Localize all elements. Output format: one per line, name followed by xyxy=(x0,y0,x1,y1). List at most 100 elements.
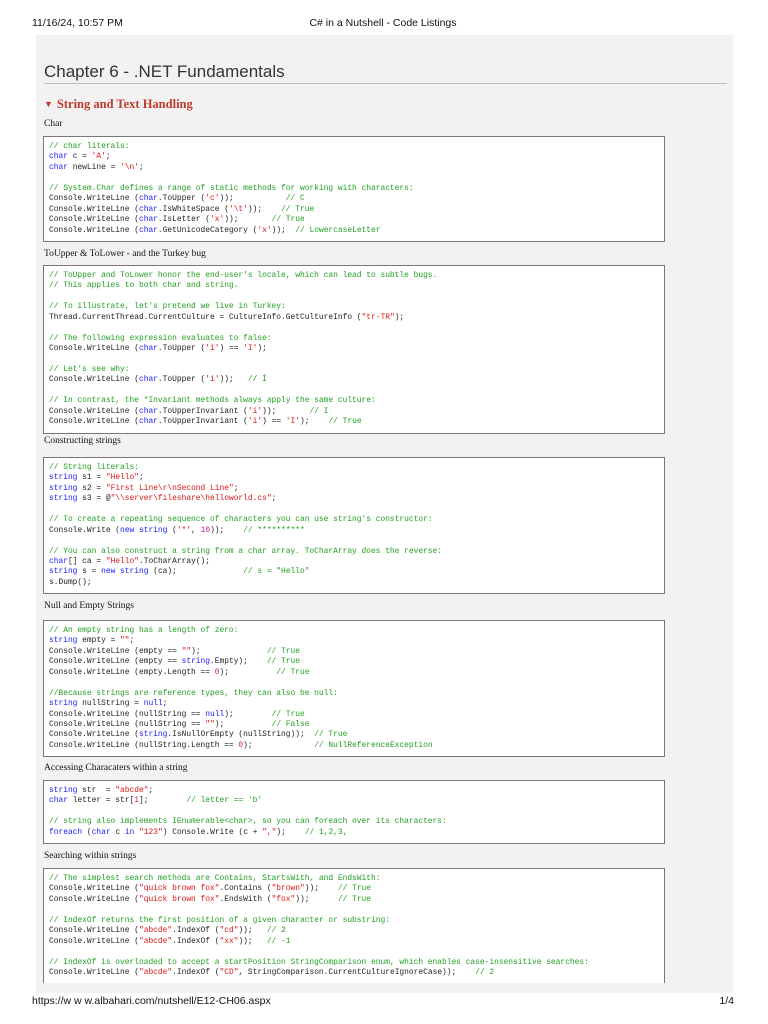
code-comment: // String literals: xyxy=(49,463,139,472)
code-line: string s1 = "Hello"; xyxy=(49,473,664,483)
chapter-title: Chapter 6 - .NET Fundamentals xyxy=(44,62,285,81)
code-comment: // False xyxy=(271,719,310,729)
code-comment: // True xyxy=(271,215,305,225)
code-comment: // System.Char defines a range of static… xyxy=(49,183,414,193)
code-text: .ToUpperInvariant ( xyxy=(157,406,248,416)
code-comment: //Because strings are reference types, t… xyxy=(49,688,338,698)
code-line: // The following expression evaluates to… xyxy=(49,334,664,344)
code-text: .Contains ( xyxy=(219,884,272,894)
code-keyword: char xyxy=(49,162,68,172)
code-keyword: char xyxy=(138,375,158,385)
code-text: .GetUnicodeCategory ( xyxy=(157,225,258,235)
block-label: Null and Empty Strings xyxy=(44,601,134,611)
code-keyword: char xyxy=(138,194,158,204)
code-text: )); xyxy=(271,225,296,235)
code-string: 'c' xyxy=(205,194,220,204)
code-line: // IndexOf is overloaded to accept a sta… xyxy=(49,958,664,968)
code-comment: // -1 xyxy=(266,936,291,946)
code-string: "," xyxy=(262,827,277,837)
code-comment: // True xyxy=(328,417,362,427)
code-line: Console.WriteLine (nullString == null); … xyxy=(49,710,664,720)
code-keyword: string xyxy=(49,636,78,646)
code-line: // String literals: xyxy=(49,463,664,473)
code-text: )); xyxy=(238,926,267,936)
code-line: char letter = str[1]; // letter == 'b' xyxy=(49,796,664,806)
code-keyword: string xyxy=(49,483,78,493)
code-comment: // The following expression evaluates to… xyxy=(49,333,272,343)
code-text: .ToUpperInvariant ( xyxy=(157,417,248,427)
code-line: // ToUpper and ToLower honor the end-use… xyxy=(49,271,664,281)
code-text: Console.WriteLine ( xyxy=(49,194,139,204)
code-text: .IsWhiteSpace ( xyxy=(157,204,229,214)
code-text: Console.WriteLine (nullString == xyxy=(49,719,206,729)
code-keyword: char xyxy=(138,225,158,235)
code-string: 'i' xyxy=(205,375,220,385)
code-text: Console.WriteLine ( xyxy=(49,375,139,385)
code-comment: // Let's see why: xyxy=(49,364,130,374)
code-line: string s = new string (ca); // s = "Hell… xyxy=(49,567,664,577)
code-comment: // To illustrate, let's pretend we live … xyxy=(49,302,286,312)
page-number: 1/4 xyxy=(719,995,734,1007)
code-text: Console.WriteLine (empty.Length == xyxy=(49,667,215,677)
code-text: empty = xyxy=(77,636,121,646)
code-comment: // C xyxy=(285,194,305,204)
code-comment: // True xyxy=(337,884,372,894)
code-comment: // LowercaseLetter xyxy=(295,225,381,235)
code-text: Console.WriteLine ( xyxy=(49,344,139,354)
code-keyword: string xyxy=(49,567,78,577)
code-line: string empty = ""; xyxy=(49,636,664,646)
code-line: string str = "abcde"; xyxy=(49,786,664,796)
code-text: , xyxy=(191,525,201,535)
code-line: // You can also construct a string from … xyxy=(49,547,664,557)
code-line: // To create a repeating sequence of cha… xyxy=(49,515,664,525)
code-text: s2 = xyxy=(77,483,106,493)
code-comment: // I xyxy=(309,406,329,416)
code-keyword: foreach xyxy=(49,827,83,837)
code-text: Console.WriteLine ( xyxy=(49,730,139,740)
code-string: '\n' xyxy=(120,162,139,172)
code-listing: // An empty string has a length of zero:… xyxy=(43,620,665,758)
code-text: s1 = xyxy=(77,473,106,483)
code-string: "" xyxy=(120,636,130,646)
code-line: Console.WriteLine (empty.Length == 0); /… xyxy=(49,668,664,678)
code-string: "CD" xyxy=(219,967,239,977)
code-comment: // An empty string has a length of zero: xyxy=(49,626,239,635)
code-keyword: char xyxy=(49,152,68,162)
code-comment: // True xyxy=(281,204,315,214)
code-text: .IsNullOrEmpty (nullString)); xyxy=(167,730,315,740)
code-string: "123" xyxy=(139,827,163,837)
code-line: Console.WriteLine ("abcde".IndexOf ("xx"… xyxy=(49,937,664,947)
triangle-down-icon[interactable]: ▼ xyxy=(44,99,53,109)
code-text: .ToCharArray(); xyxy=(139,556,211,566)
code-text: ; xyxy=(139,473,144,483)
code-comment: // True xyxy=(271,709,305,719)
code-text: str = xyxy=(77,786,116,795)
code-line: // To illustrate, let's pretend we live … xyxy=(49,302,664,312)
print-footer: https://w w w.albahari.com/nutshell/E12-… xyxy=(32,995,734,1007)
code-string: "tr-TR" xyxy=(361,312,395,322)
code-text: ); xyxy=(191,646,267,656)
code-line: Console.WriteLine ("quick brown fox".Con… xyxy=(49,884,664,894)
code-comment: // İ xyxy=(247,375,267,385)
code-string: "Hello" xyxy=(105,473,139,483)
code-comment: // The simplest search methods are Conta… xyxy=(49,874,381,883)
code-text: c = xyxy=(67,152,92,162)
code-text: )); xyxy=(238,936,267,946)
code-text: )); xyxy=(304,884,338,894)
code-comment: // ToUpper and ToLower honor the end-use… xyxy=(49,271,438,280)
code-comment: // True xyxy=(266,657,300,667)
code-text: ) == xyxy=(262,417,286,427)
code-text: letter = str[ xyxy=(67,796,135,806)
code-text: Console.WriteLine (nullString == xyxy=(49,709,206,719)
code-text: c xyxy=(110,827,125,837)
section-heading[interactable]: ▼ String and Text Handling xyxy=(44,97,193,112)
code-text: Console.WriteLine ( xyxy=(49,967,139,977)
code-text: ); xyxy=(243,740,315,750)
code-string: 'x' xyxy=(210,215,225,225)
